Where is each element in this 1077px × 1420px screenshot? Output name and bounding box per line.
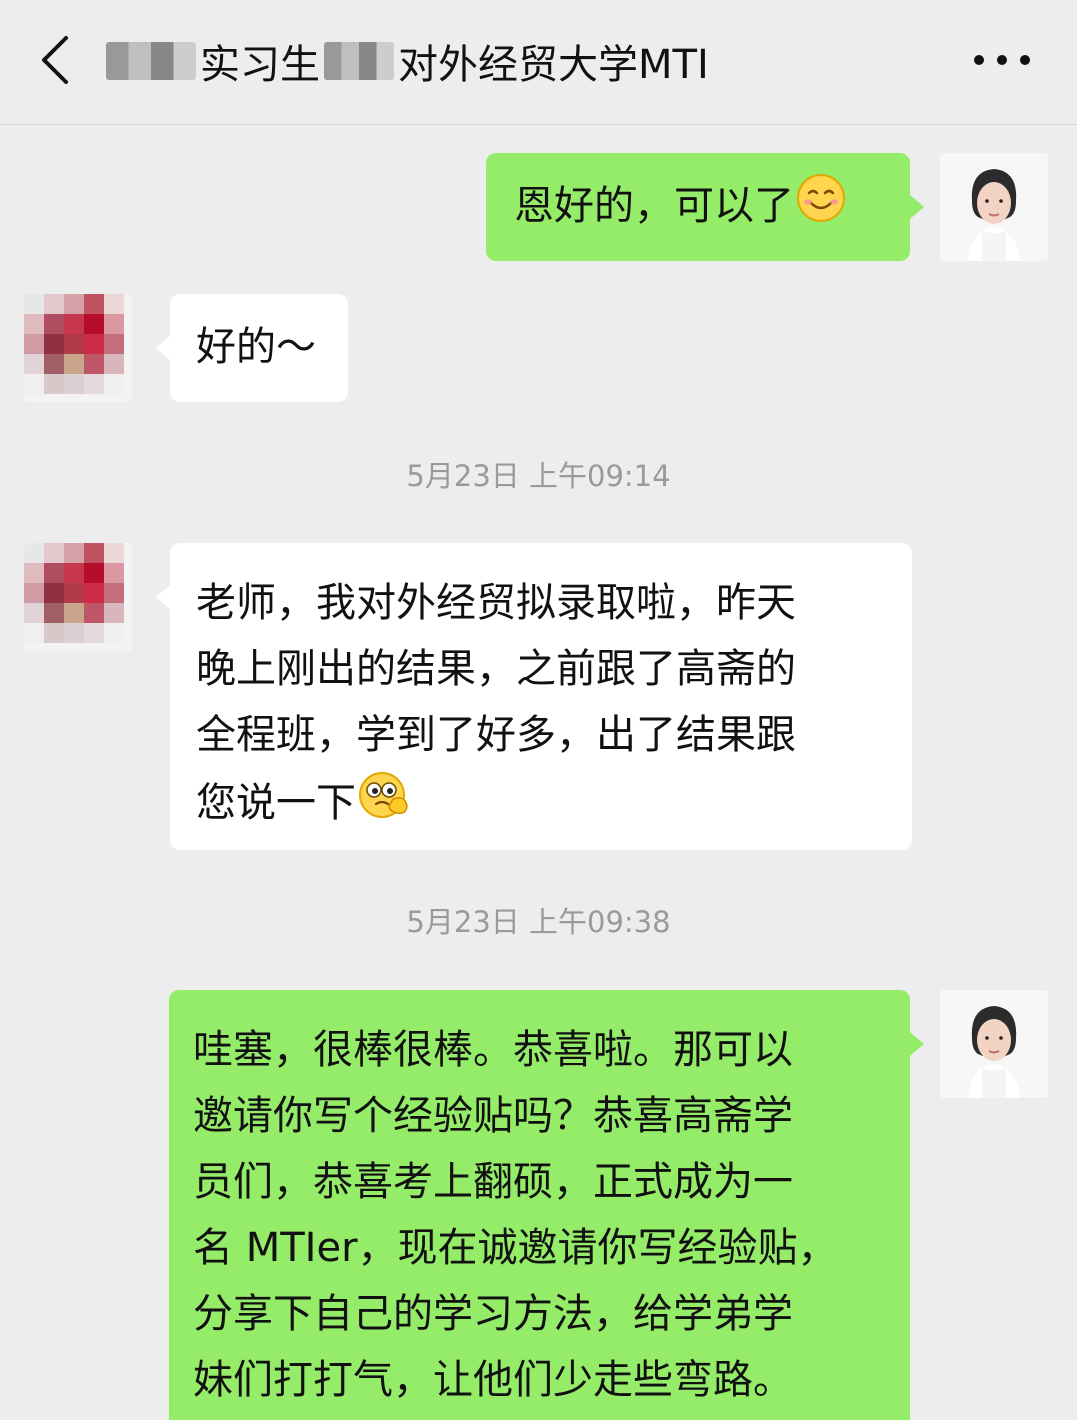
thinking-emoji-icon bbox=[358, 768, 412, 842]
more-options-icon[interactable] bbox=[969, 38, 1035, 82]
message-line: 您说一下 bbox=[196, 780, 356, 826]
message-bubble-left[interactable]: 老师，我对外经贸拟录取啦，昨天 晚上刚出的结果，之前跟了高斋的 全程班，学到了好… bbox=[156, 543, 912, 850]
message-timestamp: 5月23日 上午09:14 bbox=[406, 459, 671, 493]
message-line: 员们，恭喜考上翻硕，正式成为一 bbox=[193, 1159, 793, 1205]
self-avatar[interactable] bbox=[940, 153, 1048, 261]
message-timestamp: 5月23日 上午09:38 bbox=[406, 905, 671, 939]
self-avatar[interactable] bbox=[940, 990, 1048, 1098]
message-line: 妹们打打气，让他们少走些弯路。 bbox=[193, 1357, 793, 1403]
message-line: 分享下自己的学习方法，给学弟学 bbox=[193, 1291, 793, 1337]
message-text: 恩好的，可以了 bbox=[514, 183, 794, 229]
message-bubble-left[interactable]: 好的～ bbox=[156, 294, 348, 402]
chat-header: 实习生 对外经贸大学MTI bbox=[0, 0, 1077, 125]
title-suffix: 对外经贸大学MTI bbox=[398, 42, 709, 88]
bubble-tail bbox=[156, 585, 170, 609]
message-line: 全程班，学到了好多，出了结果跟 bbox=[196, 712, 796, 758]
title-middle: 实习生 bbox=[200, 42, 320, 88]
message-line: 晚上刚出的结果，之前跟了高斋的 bbox=[196, 646, 796, 692]
message-line: 哇塞，很棒很棒。恭喜啦。那可以 bbox=[193, 1027, 793, 1073]
back-icon[interactable] bbox=[28, 30, 88, 90]
message-line: 名 MTIer，现在诚邀请你写经验贴， bbox=[193, 1225, 838, 1271]
message-bubble-right[interactable]: 哇塞，很棒很棒。恭喜啦。那可以 邀请你写个经验贴吗？恭喜高斋学 员们，恭喜考上翻… bbox=[169, 990, 924, 1420]
message-text: 好的～ bbox=[196, 324, 316, 370]
message-line: 老师，我对外经贸拟录取啦，昨天 bbox=[196, 580, 796, 626]
smile-emoji-icon bbox=[796, 173, 846, 243]
bubble-tail bbox=[910, 195, 924, 219]
contact-avatar[interactable] bbox=[24, 543, 132, 651]
contact-avatar[interactable] bbox=[24, 294, 132, 402]
blurred-name-part-2 bbox=[324, 42, 394, 80]
message-bubble-right[interactable]: 恩好的，可以了 bbox=[486, 153, 924, 261]
bubble-tail bbox=[910, 1032, 924, 1056]
chat-title: 实习生 对外经贸大学MTI bbox=[106, 30, 709, 92]
bubble-tail bbox=[156, 336, 170, 360]
message-line: 邀请你写个经验贴吗？恭喜高斋学 bbox=[193, 1093, 793, 1139]
blurred-name-part-1 bbox=[106, 42, 196, 80]
message-last-line: 您说一下 bbox=[196, 768, 886, 842]
